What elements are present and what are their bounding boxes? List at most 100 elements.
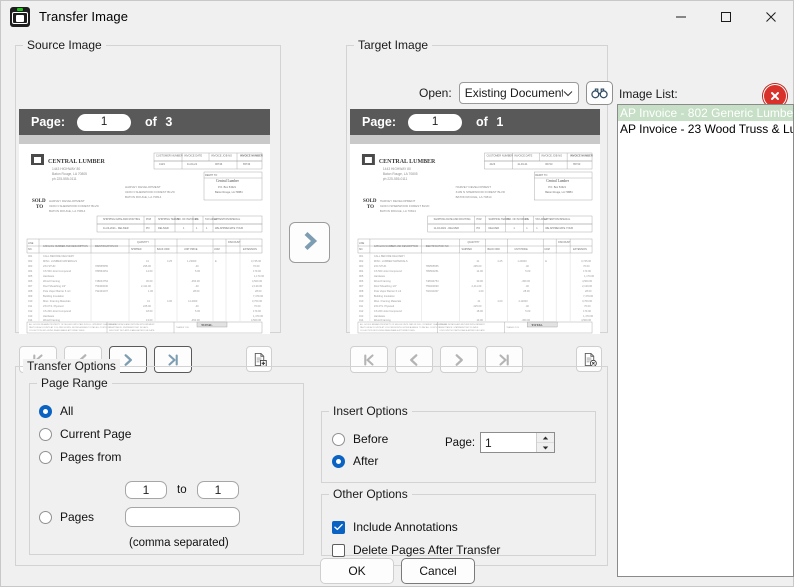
radio-current-page[interactable]: [39, 427, 52, 441]
pages-to-input[interactable]: 1: [197, 481, 239, 499]
svg-text:.40: .40: [525, 284, 529, 288]
other-option-delete-pages[interactable]: Delete Pages After Transfer: [332, 543, 500, 557]
svg-text:4.00: 4.00: [497, 299, 503, 303]
pages-from-input[interactable]: 1: [125, 481, 167, 499]
image-list[interactable]: AP Invoice - 802 Generic Lumber Y AP Inv…: [617, 104, 794, 577]
page-range-pages-from-label: Pages from: [60, 450, 122, 464]
svg-text:PG: PG: [525, 218, 529, 221]
source-page-of: of 3: [145, 115, 173, 129]
svg-text:1443 HIGHWAY 80: 1443 HIGHWAY 80: [383, 167, 411, 171]
radio-all[interactable]: [39, 404, 52, 418]
svg-text:4.25: 4.25: [167, 259, 173, 263]
svg-text:BATON ROUGE, LA 70814: BATON ROUGE, LA 70814: [49, 209, 86, 213]
list-item[interactable]: AP Invoice - 23 Wood Truss & Lum: [618, 121, 793, 137]
title-bar: Transfer Image: [1, 1, 793, 33]
spin-down-icon[interactable]: [537, 443, 554, 452]
svg-text:28.00: 28.00: [523, 289, 530, 293]
svg-text:7,479.00: 7,479.00: [253, 294, 264, 298]
svg-text:3109 N SHERWOOD FOREST BLVD: 3109 N SHERWOOD FOREST BLVD: [380, 204, 430, 208]
svg-text:295.00: 295.00: [143, 264, 151, 268]
svg-text:HARVEY DEVELOPMENT: HARVEY DEVELOPMENT: [380, 199, 416, 203]
source-page-input[interactable]: 1: [77, 113, 132, 131]
list-item[interactable]: AP Invoice - 802 Generic Lumber Y: [618, 105, 793, 121]
svg-text:TOTAL: TOTAL: [201, 323, 213, 327]
svg-text:2,411.00: 2,411.00: [141, 284, 151, 288]
insert-after-label: After: [353, 454, 379, 468]
target-image-viewer[interactable]: CENTRAL LUMBER 1443 HIGHWAY 80 Baton Rou…: [350, 144, 600, 334]
svg-text:SHIPPING DATE AND ROUTING: SHIPPING DATE AND ROUTING: [103, 218, 140, 221]
insert-page-stepper[interactable]: 1: [480, 432, 555, 453]
svg-text:70.00: 70.00: [254, 304, 261, 308]
svg-text:4,500.00: 4,500.00: [251, 318, 262, 322]
svg-text:30.00: 30.00: [476, 279, 483, 283]
source-image-legend: Source Image: [23, 38, 106, 52]
checkbox-delete-pages-after-transfer[interactable]: [332, 543, 345, 557]
radio-after[interactable]: [332, 454, 345, 468]
transfer-image-window: Transfer Image Source Image Page: 1 of 3: [0, 0, 794, 587]
maximize-icon[interactable]: [703, 1, 748, 32]
svg-text:CALL BEFORE DELIVERY: CALL BEFORE DELIVERY: [374, 254, 405, 258]
svg-text:SHIPPING DATE AND ROUTING: SHIPPING DATE AND ROUTING: [434, 218, 471, 221]
svg-text:BATON ROUGE, LA 70814: BATON ROUGE, LA 70814: [125, 195, 162, 199]
transfer-options-legend: Transfer Options: [23, 359, 120, 373]
checkbox-include-annotations[interactable]: [332, 520, 345, 534]
svg-text:Wood Framing: Wood Framing: [43, 318, 61, 322]
page-range-option-all[interactable]: All: [39, 404, 73, 418]
svg-text:SHIPPED: SHIPPED: [462, 248, 473, 251]
svg-text:DISCOUNT: DISCOUNT: [228, 241, 241, 244]
target-document-thumbnail: CENTRAL LUMBER 1443 HIGHWAY 80 Baton Rou…: [350, 144, 600, 334]
svg-text:1,470.00: 1,470.00: [253, 314, 264, 318]
transfer-button[interactable]: [289, 222, 330, 263]
svg-text:1,170.00: 1,170.00: [584, 274, 595, 278]
svg-text:2,139.00: 2,139.00: [582, 284, 593, 288]
svg-text:00743: 00743: [215, 162, 223, 166]
pages-list-input[interactable]: [125, 507, 240, 527]
svg-text:3,700.00: 3,700.00: [582, 299, 593, 303]
radio-pages[interactable]: [39, 510, 52, 524]
radio-pages-from[interactable]: [39, 450, 52, 464]
cancel-button[interactable]: Cancel: [401, 558, 475, 584]
svg-text:4.12000: 4.12000: [188, 299, 198, 303]
svg-text:DELIVER: DELIVER: [158, 227, 169, 230]
svg-text:.40: .40: [195, 284, 199, 288]
svg-text:4.25: 4.25: [497, 259, 503, 263]
svg-text:3,745.00: 3,745.00: [581, 259, 592, 263]
svg-text:70.00: 70.00: [583, 264, 590, 268]
source-image-viewer[interactable]: CENTRAL LUMBER 1443 HIGHWAY 80 Baton Rou…: [19, 144, 270, 334]
svg-text:1443 HIGHWAY 80: 1443 HIGHWAY 80: [52, 167, 80, 171]
svg-text:CUSTOMER NUMBER: CUSTOMER NUMBER: [156, 154, 183, 158]
target-open-select[interactable]: Existing Document: [458, 82, 579, 104]
svg-text:789563251: 789563251: [426, 269, 439, 273]
page-range-option-pages-from[interactable]: Pages from: [39, 450, 121, 464]
close-icon[interactable]: [748, 1, 793, 32]
insert-option-before[interactable]: Before: [332, 432, 388, 446]
page-range-option-pages[interactable]: Pages: [39, 510, 94, 524]
svg-text:65743: 65743: [573, 162, 581, 166]
spin-up-icon[interactable]: [537, 433, 554, 443]
svg-text:Baton Rouge, LA 70884: Baton Rouge, LA 70884: [215, 190, 243, 194]
svg-text:2,139.00: 2,139.00: [252, 284, 263, 288]
minimize-icon[interactable]: [658, 1, 703, 32]
svg-text:INVOICE DATE: INVOICE DATE: [514, 153, 532, 157]
svg-text:BACK ORD: BACK ORD: [487, 248, 500, 251]
radio-before[interactable]: [332, 432, 345, 446]
svg-text:.40: .40: [525, 264, 529, 268]
other-option-include-annotations[interactable]: Include Annotations: [332, 520, 458, 534]
svg-text:Hardware: Hardware: [43, 274, 55, 278]
svg-text:ATTENTION/SPECIAL: ATTENTION/SPECIAL: [215, 218, 241, 221]
binoculars-icon[interactable]: [585, 81, 613, 105]
ok-button[interactable]: OK: [320, 558, 394, 584]
svg-text:CS 500 Joist Compound: CS 500 Joist Compound: [43, 269, 72, 273]
insert-option-after[interactable]: After: [332, 454, 378, 468]
svg-text:REMITTANCE. STATEMENT NET 30 D: REMITTANCE. STATEMENT NET 30 DAYS.: [109, 326, 149, 329]
insert-page-spin-arrows[interactable]: [536, 433, 554, 452]
svg-text:1.00: 1.00: [478, 289, 484, 293]
target-page-input[interactable]: 1: [408, 113, 463, 131]
svg-text:Central Lumber: Central Lumber: [546, 179, 570, 183]
svg-text:295.00: 295.00: [474, 264, 482, 268]
insert-page-value[interactable]: 1: [481, 433, 536, 452]
svg-text:-450.00: -450.00: [191, 279, 200, 283]
svg-text:65743: 65743: [243, 162, 251, 166]
page-range-option-current-page[interactable]: Current Page: [39, 427, 131, 441]
svg-text:INVOICE NUMBER: INVOICE NUMBER: [570, 153, 593, 157]
